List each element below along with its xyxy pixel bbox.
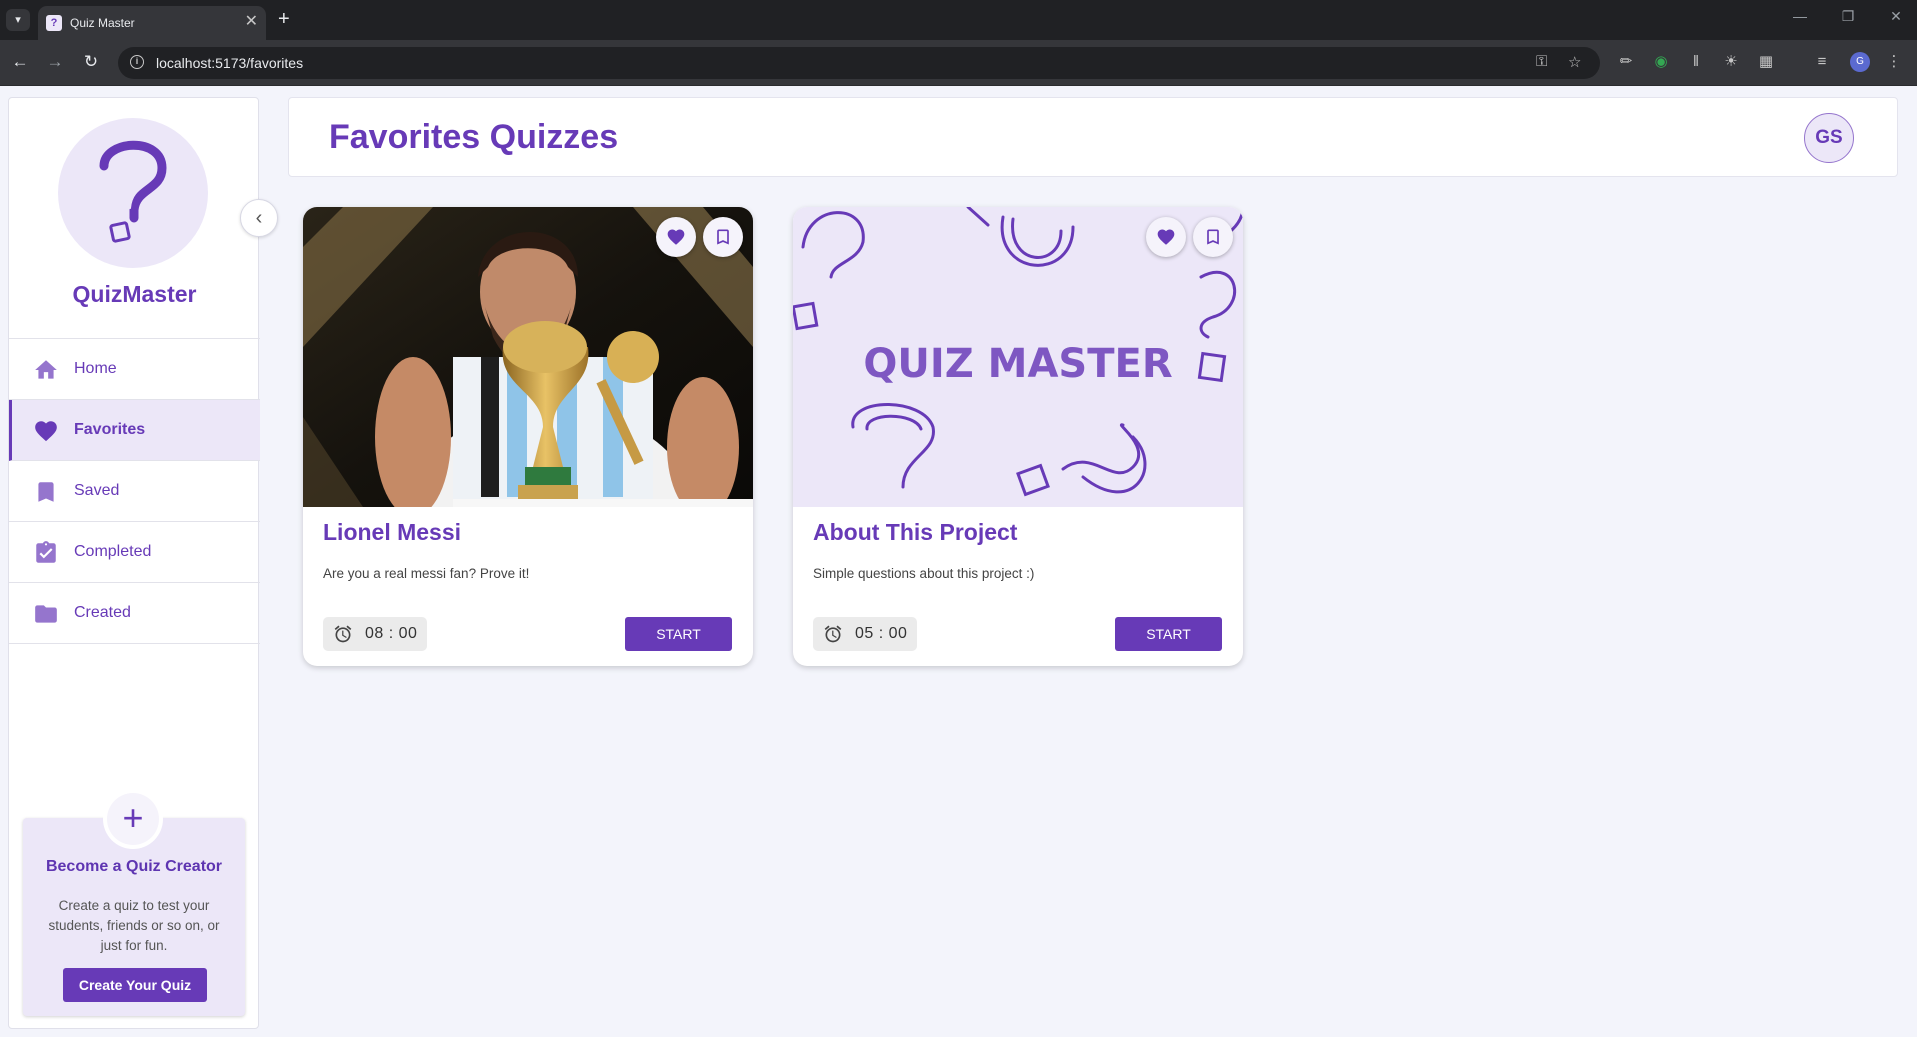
quiz-timer: 08 : 00: [323, 617, 427, 651]
quiz-title: Lionel Messi: [323, 519, 462, 545]
site-info-icon[interactable]: i: [130, 55, 144, 69]
bookmark-icon: [38, 482, 54, 502]
sidebar-item-favorites[interactable]: Favorites: [9, 400, 260, 461]
browser-tabstrip: ▾ ? Quiz Master ✕ + — ❐ ✕: [0, 0, 1917, 40]
quiz-logo-icon: [58, 118, 208, 268]
sidebar-item-label: Favorites: [74, 421, 146, 438]
new-tab-icon[interactable]: +: [278, 7, 290, 31]
sidebar-item-saved[interactable]: Saved: [9, 461, 260, 522]
favorite-button[interactable]: [656, 217, 696, 257]
reading-list-icon[interactable]: ≡: [1812, 52, 1832, 72]
favicon-icon: ?: [46, 15, 62, 31]
create-quiz-button[interactable]: Create Your Quiz: [63, 968, 207, 1002]
quiz-description: Are you a real messi fan? Prove it!: [323, 566, 530, 581]
close-window-icon[interactable]: ✕: [1886, 8, 1906, 25]
alarm-clock-icon: [824, 625, 842, 643]
sidebar-item-completed[interactable]: Completed: [9, 522, 260, 583]
code-extension-icon[interactable]: ‖: [1686, 52, 1706, 72]
quiz-creator-card: + Become a Quiz Creator Create a quiz to…: [23, 793, 245, 1016]
sidebar-item-home[interactable]: Home: [9, 339, 260, 400]
user-avatar[interactable]: GS: [1804, 113, 1854, 163]
sidebar-item-label: Saved: [74, 482, 120, 499]
bookmark-star-icon[interactable]: ☆: [1568, 53, 1581, 71]
sidebar-menu: Home Favorites Saved Completed Created: [9, 338, 260, 644]
password-key-icon[interactable]: ⚿: [1536, 53, 1547, 70]
heart-icon: [667, 229, 685, 245]
page-header: Favorites Quizzes GS: [288, 97, 1898, 177]
quiz-description: Simple questions about this project :): [813, 566, 1035, 581]
close-tab-icon[interactable]: ✕: [245, 13, 258, 31]
bug-extension-icon[interactable]: ☀: [1721, 52, 1741, 72]
start-quiz-button[interactable]: START: [625, 617, 732, 651]
save-button[interactable]: [703, 217, 743, 257]
sidebar-item-label: Completed: [74, 543, 152, 560]
reload-icon[interactable]: ↻: [80, 51, 102, 73]
url-text[interactable]: localhost:5173/favorites: [156, 55, 303, 71]
minimize-icon[interactable]: —: [1790, 8, 1810, 24]
sidebar-item-label: Home: [74, 360, 117, 377]
target-extension-icon[interactable]: ◉: [1651, 52, 1671, 72]
sidebar-item-created[interactable]: Created: [9, 583, 260, 644]
bookmark-outline-icon: [717, 229, 729, 245]
restore-icon[interactable]: ❐: [1838, 8, 1858, 25]
collapse-sidebar-button[interactable]: ‹: [240, 199, 278, 237]
timer-value: 05 : 00: [855, 625, 908, 642]
creator-description: Create a quiz to test your students, fri…: [48, 898, 220, 953]
save-button[interactable]: [1193, 217, 1233, 257]
eyedropper-extension-icon[interactable]: ✏: [1616, 52, 1636, 72]
clipboard-check-icon: [36, 541, 56, 563]
quiz-title: About This Project: [813, 519, 1018, 545]
sidebar-item-label: Created: [74, 604, 131, 621]
browser-menu-icon[interactable]: ⋮: [1884, 52, 1904, 72]
quiz-timer: 05 : 00: [813, 617, 917, 651]
start-quiz-button[interactable]: START: [1115, 617, 1222, 651]
page-title: Favorites Quizzes: [329, 118, 619, 156]
banner-text: QUIZ MASTER: [863, 341, 1172, 387]
tab-search-icon[interactable]: ▾: [6, 9, 30, 31]
home-icon: [35, 360, 57, 379]
quiz-card[interactable]: Lionel Messi Are you a real messi fan? P…: [303, 207, 753, 666]
quiz-card[interactable]: QUIZ MASTER About This Project Simple qu…: [793, 207, 1243, 666]
sidebar: QuizMaster Home Favorites Saved Complete…: [8, 97, 260, 1029]
folder-icon: [35, 605, 57, 623]
timer-value: 08 : 00: [365, 625, 418, 642]
back-icon[interactable]: ←: [9, 51, 31, 73]
creator-title: Become a Quiz Creator: [45, 858, 223, 875]
forward-icon[interactable]: →: [44, 51, 66, 73]
favorite-button[interactable]: [1146, 217, 1186, 257]
bookmark-outline-icon: [1207, 229, 1219, 245]
brand-name: QuizMaster: [72, 281, 197, 307]
tab-title: Quiz Master: [70, 16, 135, 30]
heart-icon: [1157, 229, 1175, 245]
alarm-clock-icon: [334, 625, 352, 643]
address-bar[interactable]: i localhost:5173/favorites ⚿ ☆: [118, 47, 1600, 79]
browser-tab[interactable]: ? Quiz Master ✕: [38, 6, 266, 40]
browser-profile-avatar[interactable]: G: [1850, 52, 1870, 72]
puzzle-extensions-icon[interactable]: ▦: [1756, 52, 1776, 72]
heart-icon: [35, 421, 57, 442]
plus-icon: +: [107, 793, 159, 845]
